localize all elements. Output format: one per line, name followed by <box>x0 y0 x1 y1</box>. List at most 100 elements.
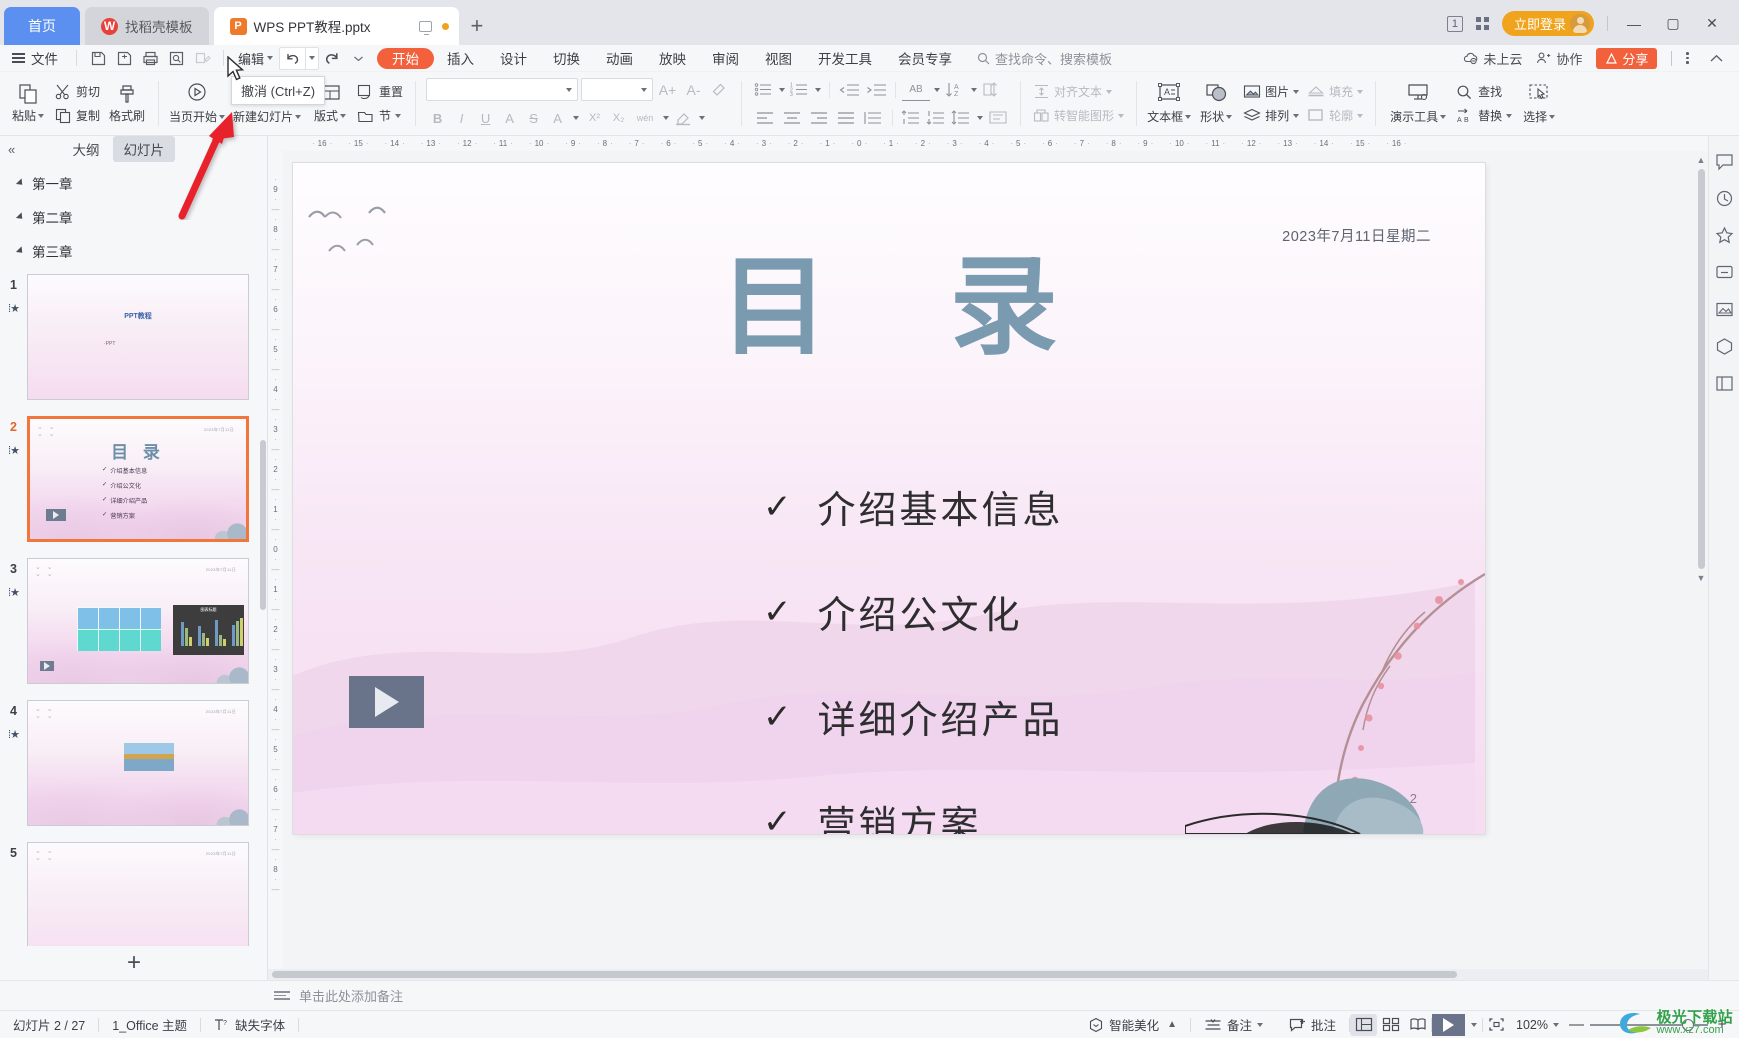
collapse-ribbon-button[interactable] <box>1703 50 1729 66</box>
copy-button[interactable]: 复制 <box>53 106 102 125</box>
highlight-button[interactable] <box>672 107 695 129</box>
increase-indent-button[interactable] <box>863 79 889 101</box>
cut-button[interactable]: 剪切 <box>53 82 102 101</box>
horizontal-ruler[interactable]: · 16 · · 15 · · 14 · · 13 · · 12 · · 11 · · 10 · · 9 · · 8 · · 7 · · 6 ·… <box>268 136 1708 151</box>
tab-slides[interactable]: 幻灯片 <box>112 136 175 162</box>
print-preview-icon[interactable] <box>163 47 189 69</box>
fit-to-window-button[interactable] <box>1483 1014 1510 1036</box>
theme-label[interactable]: 1_Office 主题 <box>99 1015 200 1034</box>
tab-template-search[interactable]: W 找稻壳模板 <box>85 7 209 45</box>
screen-count-badge[interactable]: 1 <box>1446 15 1463 32</box>
list-item[interactable]: 1 ⁞★ PPT教程 ·PPT <box>0 270 268 412</box>
scroll-down-icon[interactable]: ▼ <box>1697 573 1706 583</box>
smart-beautify-button[interactable]: 智能美化 ▲ <box>1075 1015 1190 1034</box>
file-menu-button[interactable]: 文件 <box>0 48 68 68</box>
to-smartart-button[interactable]: 转智能图形 <box>1031 106 1126 125</box>
current-slide[interactable]: 2023年7月11日星期二 目 录 ✓ 介绍基本信息 ✓ 介绍公文化 ✓ 详细介… <box>293 163 1485 834</box>
paste-button[interactable]: 粘贴 <box>7 75 49 133</box>
comment-button[interactable]: 批注 <box>1276 1015 1349 1034</box>
tab-developer[interactable]: 开发工具 <box>805 45 885 72</box>
strikethrough-button[interactable]: S <box>522 107 545 129</box>
align-left-button[interactable] <box>752 107 778 129</box>
slide-count-label[interactable]: 幻灯片 2 / 27 <box>0 1015 98 1034</box>
add-slide-button[interactable]: + <box>127 949 141 977</box>
undo-dropdown[interactable] <box>306 46 320 70</box>
sort-button[interactable]: AZ <box>943 79 967 101</box>
redo-button[interactable] <box>319 47 345 69</box>
more-options-icon[interactable] <box>1686 52 1689 64</box>
notes-toggle-button[interactable]: 备注 <box>1191 1015 1276 1034</box>
replace-button[interactable]: AB 替换 <box>1454 106 1514 125</box>
italic-button[interactable]: I <box>450 107 473 129</box>
scroll-thumb[interactable] <box>272 971 1457 978</box>
collaborate-button[interactable]: 协作 <box>1536 49 1582 68</box>
tab-design[interactable]: 设计 <box>487 45 540 72</box>
line-spacing-dropdown[interactable] <box>974 107 985 129</box>
clear-format-button[interactable] <box>708 79 731 101</box>
bullet-item[interactable]: ✓ 介绍基本信息 <box>763 479 1064 534</box>
slide-thumbnail-4[interactable]: ⌄ ⌄ ⌄ ⌄ 2023年7月11日 <box>27 700 249 826</box>
star-icon[interactable] <box>1713 224 1736 247</box>
library-icon[interactable] <box>1713 372 1736 395</box>
cloud-status-button[interactable]: 未上云 <box>1463 49 1522 68</box>
reading-view-button[interactable] <box>1404 1014 1431 1036</box>
phonetic-guide-button[interactable]: wén <box>631 107 659 129</box>
slideshow-dropdown[interactable] <box>1465 1014 1482 1036</box>
panel-scrollbar[interactable] <box>260 440 266 610</box>
slide-thumbnail-2[interactable]: ⌄ ⌄ ⌄ ⌄ 2023年7月11日 目 录 ✓ 介绍基本信息 ✓ 介绍公文化 ✓ 详细… <box>27 416 249 542</box>
present-monitor-icon[interactable] <box>418 20 432 35</box>
bullet-list-button[interactable] <box>752 79 775 101</box>
tab-insert[interactable]: 插入 <box>434 45 487 72</box>
text-shadow-button[interactable]: A <box>498 107 521 129</box>
present-tools-button[interactable]: 演示工具 <box>1386 75 1450 133</box>
font-color-dropdown[interactable] <box>570 107 582 129</box>
notes-pane[interactable]: 单击此处添加备注 <box>0 980 1739 1010</box>
font-size-select[interactable] <box>581 78 654 101</box>
superscript-button[interactable]: X² <box>583 107 606 129</box>
find-button[interactable]: 查找 <box>1454 82 1514 101</box>
tab-slideshow[interactable]: 放映 <box>646 45 699 72</box>
undo-button[interactable] <box>279 46 307 70</box>
decrease-font-size-button[interactable]: A- <box>682 79 705 101</box>
minimize-button[interactable]: — <box>1621 16 1647 32</box>
login-button[interactable]: 立即登录 <box>1501 11 1594 36</box>
tab-outline[interactable]: 大纲 <box>62 136 111 162</box>
reset-button[interactable]: 重置 <box>355 82 405 101</box>
underline-button[interactable]: U <box>474 107 497 129</box>
zoom-level-button[interactable]: 102% <box>1510 1018 1563 1032</box>
tab-document[interactable]: P WPS PPT教程.pptx <box>213 7 459 45</box>
missing-font-button[interactable]: ? 缺失字体 <box>201 1015 298 1034</box>
list-item[interactable]: 3 ⁞★ ⌄ ⌄ ⌄ ⌄ 2023年7月11日 图表标题 <box>0 554 268 696</box>
print-icon[interactable] <box>137 47 163 69</box>
bullet-item[interactable]: ✓ 营销方案 <box>763 794 1064 834</box>
save-as-icon[interactable] <box>111 47 137 69</box>
space-before-button[interactable] <box>899 107 923 129</box>
image-icon[interactable] <box>1713 298 1736 321</box>
section-button[interactable]: 节 <box>355 106 405 125</box>
slide-title[interactable]: 目 录 <box>293 248 1485 368</box>
zoom-out-button[interactable]: — <box>1569 1016 1584 1033</box>
maximize-button[interactable]: ▢ <box>1660 15 1686 32</box>
quick-access-more-icon[interactable] <box>345 47 371 69</box>
video-play-icon[interactable] <box>349 676 424 728</box>
close-button[interactable]: ✕ <box>1699 15 1725 32</box>
start-slideshow-button[interactable] <box>1432 1013 1466 1036</box>
canvas-horizontal-scrollbar[interactable] <box>268 969 1708 980</box>
tab-view[interactable]: 视图 <box>752 45 805 72</box>
chevron-collapse-icon[interactable] <box>15 178 26 188</box>
arrange-button[interactable]: 排列 <box>1241 106 1301 125</box>
new-tab-button[interactable]: + <box>471 15 484 45</box>
normal-view-button[interactable] <box>1350 1013 1378 1036</box>
numbered-list-button[interactable]: 123 <box>788 79 811 101</box>
slide-date[interactable]: 2023年7月11日星期二 <box>1282 225 1431 246</box>
sort-dropdown[interactable] <box>968 79 979 101</box>
chevron-collapse-icon[interactable] <box>15 246 26 256</box>
tab-transition[interactable]: 切换 <box>540 45 593 72</box>
increase-font-size-button[interactable]: A+ <box>656 79 679 101</box>
distribute-button[interactable] <box>860 107 886 129</box>
phonetic-dropdown[interactable] <box>660 107 671 129</box>
slide-bullet-list[interactable]: ✓ 介绍基本信息 ✓ 介绍公文化 ✓ 详细介绍产品 ✓ 营销方案 <box>763 479 1064 834</box>
command-search[interactable]: 查找命令、搜索模板 <box>977 49 1112 68</box>
columns-button[interactable] <box>980 79 1004 101</box>
text-wrap-button[interactable] <box>986 107 1010 129</box>
